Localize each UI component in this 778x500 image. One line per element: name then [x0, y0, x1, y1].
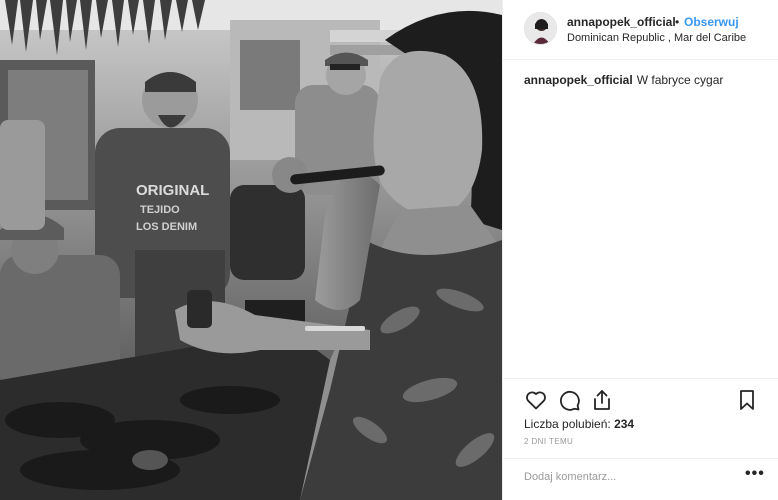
share-icon[interactable] [590, 388, 614, 412]
header-separator-dot: • [675, 15, 680, 29]
post-photo[interactable]: ORIGINAL TEJIDO LOS DENIM R [0, 0, 502, 500]
heart-icon[interactable] [524, 388, 548, 412]
small-bowl [132, 450, 168, 470]
shirt-text-tejido: TEJIDO [140, 204, 180, 216]
likes-count[interactable]: Liczba polubień: 234 [524, 417, 634, 431]
caption-text: W fabryce cygar [636, 73, 724, 87]
likes-label: Liczba polubień: [524, 417, 611, 431]
post-header: annapopek_official • Obserwuj Dominican … [503, 0, 778, 60]
post-location[interactable]: Dominican Republic , Mar del Caribe [567, 32, 746, 44]
shirt-text-denim: LOS DENIM [136, 221, 197, 233]
comment-bar: ••• [503, 458, 778, 500]
post-side-panel: annapopek_official • Obserwuj Dominican … [502, 0, 778, 500]
instagram-post: ORIGINAL TEJIDO LOS DENIM R [0, 0, 778, 500]
post-caption: annapopek_official W fabryce cygar [524, 72, 769, 88]
avatar[interactable] [524, 12, 557, 45]
bookmark-icon[interactable] [735, 388, 759, 412]
comment-icon[interactable] [557, 388, 581, 412]
lighter [187, 290, 212, 328]
comment-input[interactable] [524, 471, 724, 483]
likes-number: 234 [614, 417, 635, 431]
post-timestamp[interactable]: 2 DNI TEMU [524, 437, 573, 446]
caption-username[interactable]: annapopek_official [524, 73, 633, 87]
more-options-icon[interactable]: ••• [745, 466, 765, 485]
avatar-image [525, 13, 556, 44]
action-bar [503, 378, 778, 418]
bracelet [305, 326, 365, 331]
cigar-factory-photo: ORIGINAL TEJIDO LOS DENIM R [0, 0, 502, 500]
follow-button[interactable]: Obserwuj [684, 15, 739, 29]
shirt-text-original: ORIGINAL [136, 182, 209, 199]
author-username[interactable]: annapopek_official [567, 15, 676, 29]
